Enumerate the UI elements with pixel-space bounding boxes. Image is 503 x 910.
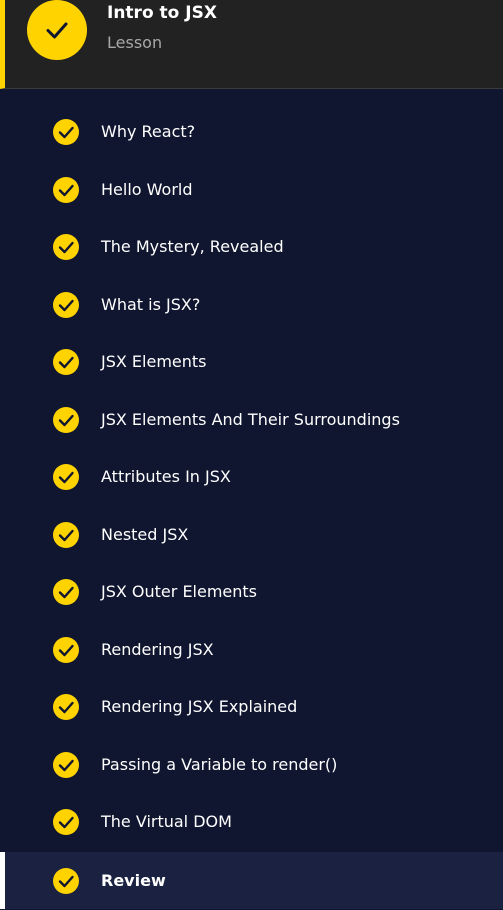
check-icon — [53, 118, 79, 145]
lesson-type: Lesson — [107, 33, 163, 52]
exercise-item[interactable]: Nested JSX — [0, 506, 503, 563]
exercise-item[interactable]: Why React? — [0, 103, 503, 160]
check-icon — [46, 22, 68, 39]
exercise-label: JSX Elements And Their Surroundings — [101, 409, 400, 429]
check-icon — [53, 406, 79, 433]
exercise-item[interactable]: Hello World — [0, 161, 503, 218]
exercise-item[interactable]: JSX Outer Elements — [0, 563, 503, 620]
check-icon — [53, 463, 79, 490]
check-icon — [53, 521, 79, 548]
exercise-label: Why React? — [101, 121, 196, 141]
exercise-item[interactable]: Attributes In JSX — [0, 448, 503, 505]
check-icon — [53, 693, 79, 720]
exercise-label: Hello World — [101, 179, 193, 199]
check-icon — [53, 578, 79, 605]
check-icon — [53, 636, 79, 663]
exercise-item[interactable]: The Mystery, Revealed — [0, 218, 503, 275]
exercise-label: Nested JSX — [101, 524, 189, 544]
check-icon — [53, 233, 79, 260]
exercise-item-active[interactable]: Review — [0, 852, 503, 909]
exercise-label: Passing a Variable to render() — [101, 754, 338, 774]
exercise-item[interactable]: What is JSX? — [0, 276, 503, 333]
exercise-label: The Mystery, Revealed — [101, 236, 284, 256]
exercise-label: Rendering JSX Explained — [101, 696, 298, 716]
exercise-item[interactable]: JSX Elements — [0, 333, 503, 390]
check-icon — [53, 176, 79, 203]
check-icon — [53, 348, 79, 375]
exercise-item[interactable]: The Virtual DOM — [0, 793, 503, 850]
check-icon — [53, 808, 79, 835]
exercise-label: Review — [101, 870, 166, 890]
exercise-label: JSX Outer Elements — [101, 581, 258, 601]
exercise-item[interactable]: JSX Elements And Their Surroundings — [0, 391, 503, 448]
completed-badge — [27, 0, 87, 60]
lesson-header[interactable]: Intro to JSX Lesson — [0, 0, 503, 89]
exercise-item[interactable]: Rendering JSX — [0, 621, 503, 678]
exercise-item[interactable]: Rendering JSX Explained — [0, 678, 503, 735]
check-icon — [53, 291, 79, 318]
exercise-label: JSX Elements — [101, 351, 207, 371]
lesson-title: Intro to JSX — [107, 3, 217, 23]
exercise-label: Rendering JSX — [101, 639, 214, 659]
exercise-label: What is JSX? — [101, 294, 201, 314]
exercise-list: Why React? Hello World The Mystery, Reve… — [0, 89, 503, 910]
check-icon — [53, 867, 79, 894]
exercise-label: Attributes In JSX — [101, 466, 231, 486]
exercise-label: The Virtual DOM — [101, 811, 232, 831]
exercise-item[interactable]: Passing a Variable to render() — [0, 736, 503, 793]
check-icon — [53, 751, 79, 778]
